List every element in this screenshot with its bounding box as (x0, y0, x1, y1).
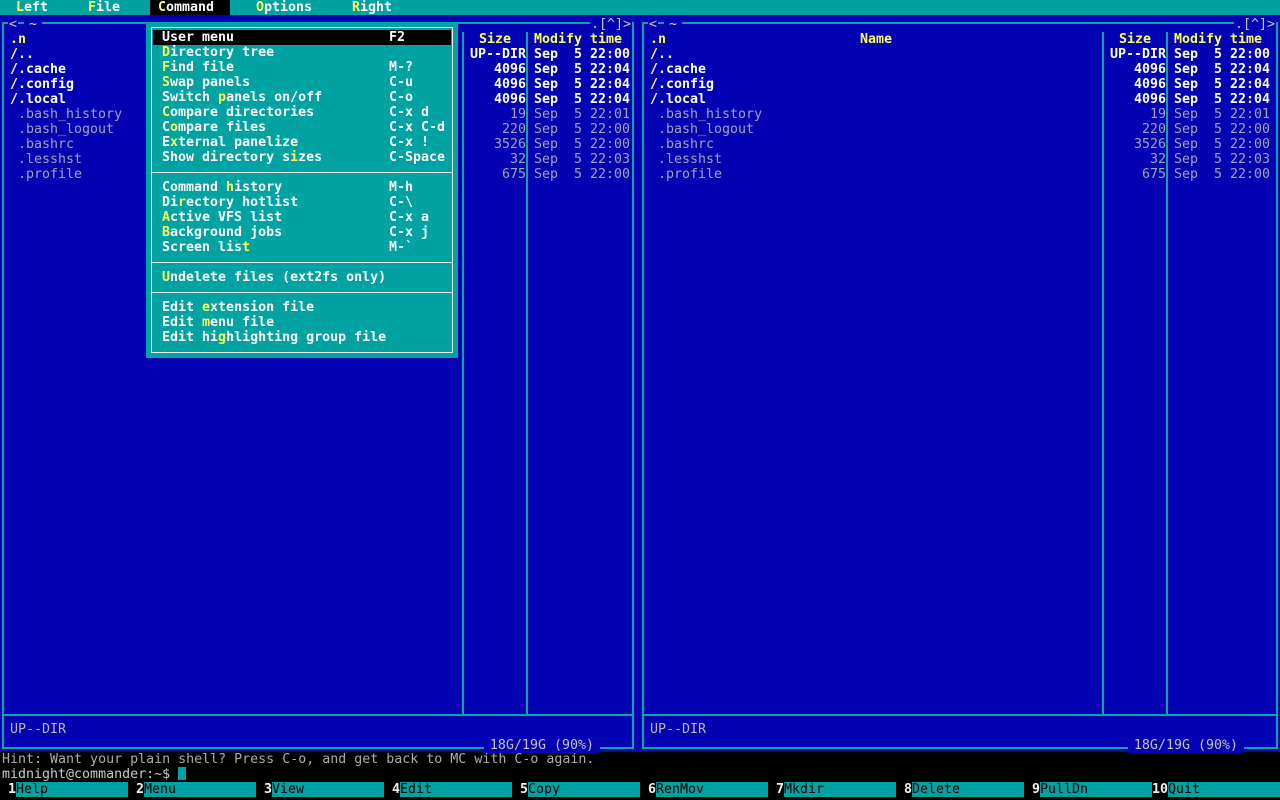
file-row[interactable]: .profile 675 Sep 5 22:00 (644, 167, 1276, 182)
fkey-10-quit[interactable]: 10 Quit (1152, 782, 1280, 797)
panel-controls-icon[interactable]: .[^]> (589, 17, 632, 32)
column-header-name[interactable]: Name (650, 32, 1102, 47)
menubar-item-left[interactable]: Left (8, 0, 56, 15)
hint-line: Hint: Want your plain shell? Press C-o, … (0, 752, 1280, 767)
mc-screen: Left File Command Options Right < ~ .[^]… (0, 0, 1280, 800)
function-key-bar: 1 Help 2 Menu 3 View 4 Edit 5 Copy 6 RenMov 7M… (0, 782, 1280, 800)
menubar-item-command[interactable]: Command (150, 0, 231, 15)
column-header-size[interactable]: Size (464, 32, 526, 47)
column-header-mtime[interactable]: Modify time (1168, 32, 1268, 47)
mini-status: UP--DIR (10, 722, 67, 737)
fkey-9-pulldn[interactable]: 9 PullDn (1024, 782, 1152, 797)
mini-status: UP--DIR (650, 722, 707, 737)
panel-path[interactable]: ~ (24, 17, 43, 32)
ministatus-separator (644, 714, 1276, 716)
menu-item-swap-panels[interactable]: Swap panels C-u (153, 75, 451, 90)
shell-prompt-line[interactable]: midnight@commander:~$ (0, 767, 1280, 782)
column-header-size[interactable]: Size (1104, 32, 1166, 47)
file-row[interactable]: /.. UP--DIR Sep 5 22:00 (644, 47, 1276, 62)
file-row[interactable]: /.cache 4096 Sep 5 22:04 (644, 62, 1276, 77)
menu-item-screen-list[interactable]: Screen list M-` (153, 240, 451, 255)
menu-item-active-vfs-list[interactable]: Active VFS list C-x a (153, 210, 451, 225)
ministatus-separator (4, 714, 632, 716)
fkey-8-delete[interactable]: 8 Delete (896, 782, 1024, 797)
menu-item-directory-tree[interactable]: Directory tree (153, 45, 451, 60)
menu-item-undelete-files[interactable]: Undelete files (ext2fs only) (153, 270, 451, 285)
column-header-mtime[interactable]: Modify time (528, 32, 628, 47)
file-row[interactable]: .lesshst 32 Sep 5 22:03 (644, 152, 1276, 167)
disk-usage: 18G/19G (90%) (483, 738, 600, 753)
menubar-item-file[interactable]: File (80, 0, 128, 15)
file-row[interactable]: .bash_history 19 Sep 5 22:01 (644, 107, 1276, 122)
menu-item-compare-files[interactable]: Compare files C-x C-d (153, 120, 451, 135)
menubar: Left File Command Options Right (0, 0, 1280, 15)
menu-separator (151, 172, 453, 173)
menu-separator (151, 262, 453, 263)
file-row[interactable]: /.config 4096 Sep 5 22:04 (644, 77, 1276, 92)
shell-prompt: midnight@commander:~$ (2, 767, 171, 782)
fkey-6-renmov[interactable]: 6 RenMov (640, 782, 768, 797)
menubar-item-options[interactable]: Options (248, 0, 320, 15)
fkey-1-help[interactable]: 1 Help (0, 782, 128, 797)
menu-item-show-directory-sizes[interactable]: Show directory sizes C-Space (153, 150, 451, 165)
fkey-7-mkdir[interactable]: 7 Mkdir (768, 782, 896, 797)
file-row[interactable]: .bashrc 3526 Sep 5 22:00 (644, 137, 1276, 152)
right-panel: < ~ .[^]> .n Name Size Modify time /.. UP… (642, 17, 1278, 753)
fkey-5-copy[interactable]: 5 Copy (512, 782, 640, 797)
menubar-item-right[interactable]: Right (344, 0, 400, 15)
file-row[interactable]: .bash_logout 220 Sep 5 22:00 (644, 122, 1276, 137)
menu-item-switch-panels[interactable]: Switch panels on/off C-o (153, 90, 451, 105)
panel-controls-icon[interactable]: .[^]> (1233, 17, 1276, 32)
command-menu: User menu F2 Directory tree Find file M-? … (146, 22, 458, 358)
menu-item-edit-highlighting-file[interactable]: Edit highlighting group file (153, 330, 451, 345)
fkey-3-view[interactable]: 3 View (256, 782, 384, 797)
menu-item-edit-extension-file[interactable]: Edit extension file (153, 300, 451, 315)
fkey-2-menu[interactable]: 2 Menu (128, 782, 256, 797)
menu-item-background-jobs[interactable]: Background jobs C-x j (153, 225, 451, 240)
menu-item-edit-menu-file[interactable]: Edit menu file (153, 315, 451, 330)
disk-usage: 18G/19G (90%) (1127, 738, 1244, 753)
menu-item-user-menu[interactable]: User menu F2 (153, 30, 451, 45)
menu-separator (151, 292, 453, 293)
menu-item-directory-hotlist[interactable]: Directory hotlist C-\ (153, 195, 451, 210)
fkey-4-edit[interactable]: 4 Edit (384, 782, 512, 797)
history-back-icon[interactable]: < (8, 17, 19, 32)
menu-item-find-file[interactable]: Find file M-? (153, 60, 451, 75)
history-back-icon[interactable]: < (648, 17, 659, 32)
menu-item-command-history[interactable]: Command history M-h (153, 180, 451, 195)
panel-path[interactable]: ~ (664, 17, 683, 32)
menu-item-external-panelize[interactable]: External panelize C-x ! (153, 135, 451, 150)
file-row[interactable]: /.local 4096 Sep 5 22:04 (644, 92, 1276, 107)
terminal-cursor (178, 767, 187, 780)
menu-item-compare-directories[interactable]: Compare directories C-x d (153, 105, 451, 120)
